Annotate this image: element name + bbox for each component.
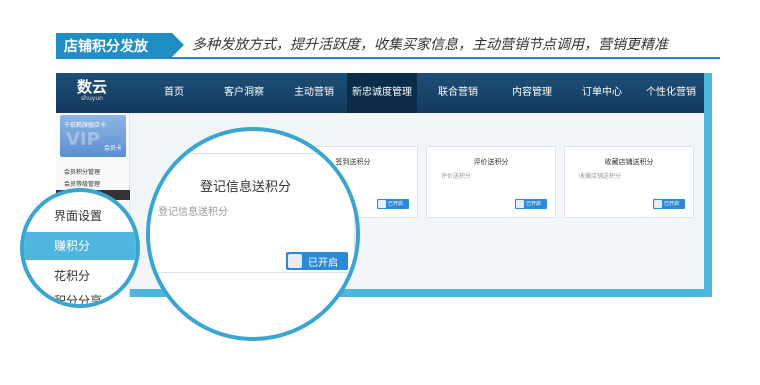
nav-item-joint-marketing[interactable]: 联合营销 (430, 73, 486, 113)
nav-item-insight[interactable]: 客户洞察 (216, 73, 272, 113)
toggle-label: 已开启 (526, 201, 542, 207)
toggle-knob (516, 200, 524, 208)
card-review: 评价送积分 评价送积分 已开启 (426, 146, 556, 218)
logo-subtext: shuyun (81, 95, 103, 102)
menu-item-cut-off[interactable]: 积分分享 (54, 292, 102, 304)
toggle-switch[interactable]: 已开启 (286, 252, 348, 270)
nav-item-loyalty[interactable]: 新忠诚度管理 (347, 73, 417, 113)
header-underline (56, 57, 720, 59)
sidebar-item-points[interactable]: 会员积分管理 (64, 167, 100, 176)
nav-item-home[interactable]: 首页 (152, 73, 196, 113)
toggle-knob (654, 200, 662, 208)
nav-item-orders[interactable]: 订单中心 (574, 73, 630, 113)
toggle-switch[interactable]: 已开启 (377, 199, 409, 209)
menu-item-earn-points[interactable]: 赚积分 (24, 232, 136, 260)
sidebar-item-levels[interactable]: 会员等级管理 (64, 179, 100, 188)
logo[interactable]: 数云 shuyun (70, 79, 114, 103)
toggle-label: 已开启 (388, 201, 404, 207)
top-nav: 数云 shuyun 首页 客户洞察 主动营销 新忠诚度管理 联合营销 内容管理 … (56, 73, 704, 113)
toggle-knob (378, 200, 386, 208)
card-favorite: 收藏店铺送积分 收藏店铺送积分 已开启 (564, 146, 694, 218)
card-title: 收藏店铺送积分 (604, 158, 654, 166)
nav-item-active-marketing[interactable]: 主动营销 (286, 73, 342, 113)
vip-card[interactable]: VIP 千纸鹤旗舰店卡 会员卡 (60, 115, 126, 157)
logo-text: 数云 (76, 78, 107, 96)
vip-watermark: VIP (66, 129, 100, 150)
toggle-label: 已开启 (664, 201, 680, 207)
header-tab: 店铺积分发放 (56, 33, 184, 57)
magnifier-small: 界面设置 赚积分 花积分 积分分享 (20, 188, 140, 308)
header-subtitle: 多种发放方式，提升活跃度，收集买家信息，主动营销节点调用，营销更精准 (192, 37, 668, 53)
card-title: 登记信息送积分 (200, 180, 292, 195)
card-subtitle: 收藏店铺送积分 (579, 173, 622, 180)
vip-card-store: 千纸鹤旗舰店卡 (64, 122, 107, 129)
toggle-switch[interactable]: 已开启 (515, 199, 547, 209)
nav-item-personalized[interactable]: 个性化营销 (640, 73, 702, 113)
card-subtitle: 登记信息送积分 (158, 207, 228, 218)
menu-item-ui-settings[interactable]: 界面设置 (24, 202, 136, 230)
card-title: 评价送积分 (473, 158, 509, 166)
magnifier-large: 登记信息送积分 登记信息送积分 已开启 (146, 127, 360, 341)
toggle-label: 已开启 (308, 258, 338, 269)
menu-item-spend-points[interactable]: 花积分 (24, 262, 136, 290)
header-tab-title: 店铺积分发放 (64, 39, 148, 55)
toggle-switch[interactable]: 已开启 (653, 199, 685, 209)
card-subtitle: 评价送积分 (441, 173, 472, 180)
toggle-knob (288, 254, 302, 268)
nav-item-content[interactable]: 内容管理 (504, 73, 560, 113)
vip-card-label: 会员卡 (103, 145, 122, 152)
